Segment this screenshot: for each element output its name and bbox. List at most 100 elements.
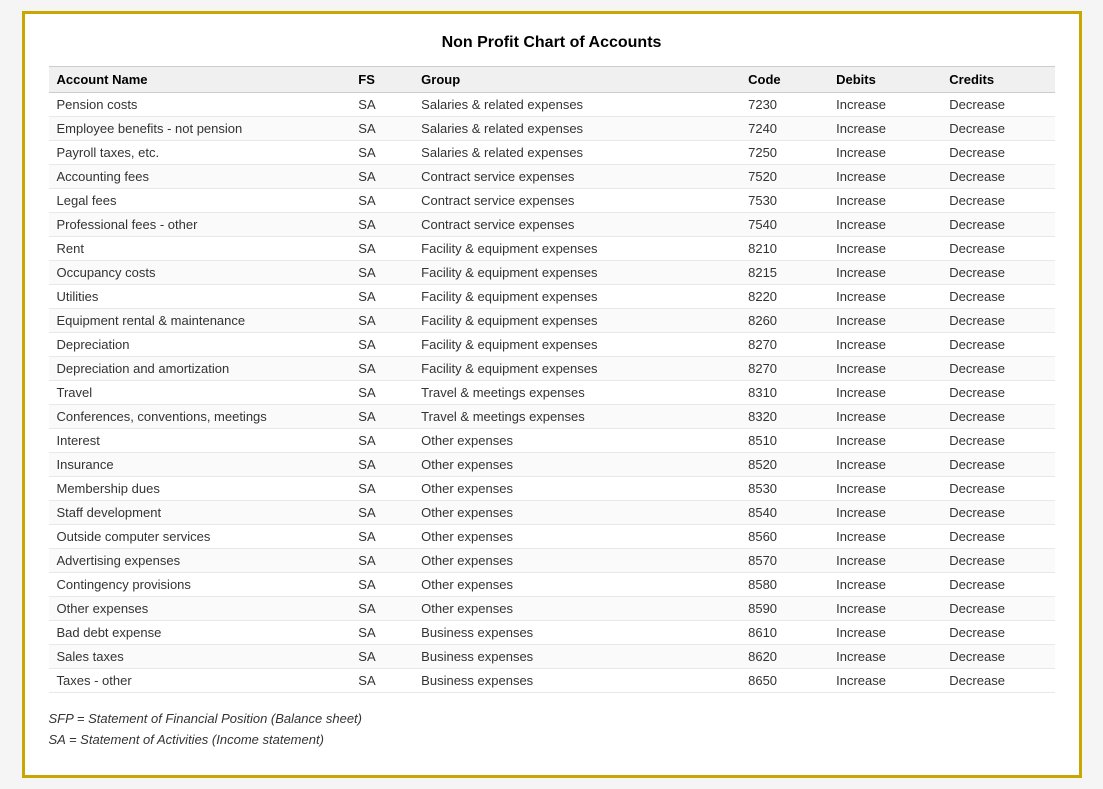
cell-group: Facility & equipment expenses (413, 357, 740, 381)
cell-code: 8580 (740, 573, 828, 597)
cell-credits: Decrease (941, 165, 1054, 189)
cell-account: Staff development (49, 501, 351, 525)
cell-group: Other expenses (413, 597, 740, 621)
cell-fs: SA (350, 141, 413, 165)
table-row: Pension costs SA Salaries & related expe… (49, 93, 1055, 117)
cell-code: 7240 (740, 117, 828, 141)
table-row: Depreciation SA Facility & equipment exp… (49, 333, 1055, 357)
cell-group: Business expenses (413, 621, 740, 645)
table-row: Legal fees SA Contract service expenses … (49, 189, 1055, 213)
table-row: Accounting fees SA Contract service expe… (49, 165, 1055, 189)
table-row: Outside computer services SA Other expen… (49, 525, 1055, 549)
cell-code: 8520 (740, 453, 828, 477)
cell-debits: Increase (828, 189, 941, 213)
cell-debits: Increase (828, 525, 941, 549)
table-header-row: Account Name FS Group Code Debits Credit… (49, 67, 1055, 93)
cell-fs: SA (350, 621, 413, 645)
cell-fs: SA (350, 357, 413, 381)
cell-credits: Decrease (941, 309, 1054, 333)
cell-account: Interest (49, 429, 351, 453)
table-row: Advertising expenses SA Other expenses 8… (49, 549, 1055, 573)
table-row: Contingency provisions SA Other expenses… (49, 573, 1055, 597)
table-row: Depreciation and amortization SA Facilit… (49, 357, 1055, 381)
cell-account: Insurance (49, 453, 351, 477)
table-row: Bad debt expense SA Business expenses 86… (49, 621, 1055, 645)
cell-group: Facility & equipment expenses (413, 333, 740, 357)
cell-debits: Increase (828, 237, 941, 261)
cell-fs: SA (350, 285, 413, 309)
cell-debits: Increase (828, 333, 941, 357)
cell-code: 8560 (740, 525, 828, 549)
footnote-sa: SA = Statement of Activities (Income sta… (49, 730, 1055, 751)
footnotes: SFP = Statement of Financial Position (B… (49, 709, 1055, 751)
cell-account: Pension costs (49, 93, 351, 117)
header-group: Group (413, 67, 740, 93)
cell-account: Professional fees - other (49, 213, 351, 237)
cell-account: Travel (49, 381, 351, 405)
cell-group: Salaries & related expenses (413, 141, 740, 165)
cell-account: Payroll taxes, etc. (49, 141, 351, 165)
cell-code: 8510 (740, 429, 828, 453)
cell-credits: Decrease (941, 429, 1054, 453)
cell-credits: Decrease (941, 117, 1054, 141)
table-row: Employee benefits - not pension SA Salar… (49, 117, 1055, 141)
cell-credits: Decrease (941, 93, 1054, 117)
page-title: Non Profit Chart of Accounts (49, 34, 1055, 52)
cell-fs: SA (350, 549, 413, 573)
cell-debits: Increase (828, 309, 941, 333)
cell-credits: Decrease (941, 405, 1054, 429)
table-row: Interest SA Other expenses 8510 Increase… (49, 429, 1055, 453)
cell-fs: SA (350, 405, 413, 429)
cell-debits: Increase (828, 213, 941, 237)
cell-fs: SA (350, 213, 413, 237)
cell-fs: SA (350, 117, 413, 141)
cell-account: Utilities (49, 285, 351, 309)
cell-code: 8270 (740, 333, 828, 357)
cell-group: Business expenses (413, 645, 740, 669)
cell-group: Other expenses (413, 453, 740, 477)
accounts-table: Account Name FS Group Code Debits Credit… (49, 66, 1055, 693)
cell-account: Bad debt expense (49, 621, 351, 645)
cell-debits: Increase (828, 357, 941, 381)
cell-group: Facility & equipment expenses (413, 309, 740, 333)
cell-code: 8570 (740, 549, 828, 573)
table-row: Travel SA Travel & meetings expenses 831… (49, 381, 1055, 405)
cell-code: 7520 (740, 165, 828, 189)
cell-credits: Decrease (941, 645, 1054, 669)
cell-account: Sales taxes (49, 645, 351, 669)
cell-debits: Increase (828, 93, 941, 117)
cell-group: Facility & equipment expenses (413, 237, 740, 261)
table-row: Membership dues SA Other expenses 8530 I… (49, 477, 1055, 501)
table-row: Insurance SA Other expenses 8520 Increas… (49, 453, 1055, 477)
cell-account: Conferences, conventions, meetings (49, 405, 351, 429)
cell-debits: Increase (828, 597, 941, 621)
cell-code: 7540 (740, 213, 828, 237)
table-row: Other expenses SA Other expenses 8590 In… (49, 597, 1055, 621)
cell-credits: Decrease (941, 669, 1054, 693)
cell-debits: Increase (828, 621, 941, 645)
cell-code: 8610 (740, 621, 828, 645)
cell-fs: SA (350, 333, 413, 357)
cell-fs: SA (350, 477, 413, 501)
cell-debits: Increase (828, 453, 941, 477)
cell-debits: Increase (828, 285, 941, 309)
cell-debits: Increase (828, 477, 941, 501)
table-row: Taxes - other SA Business expenses 8650 … (49, 669, 1055, 693)
cell-debits: Increase (828, 165, 941, 189)
cell-debits: Increase (828, 381, 941, 405)
cell-group: Other expenses (413, 501, 740, 525)
cell-group: Contract service expenses (413, 213, 740, 237)
cell-fs: SA (350, 381, 413, 405)
cell-account: Advertising expenses (49, 549, 351, 573)
cell-account: Membership dues (49, 477, 351, 501)
header-fs: FS (350, 67, 413, 93)
cell-fs: SA (350, 645, 413, 669)
cell-group: Contract service expenses (413, 189, 740, 213)
table-row: Occupancy costs SA Facility & equipment … (49, 261, 1055, 285)
cell-code: 8270 (740, 357, 828, 381)
cell-credits: Decrease (941, 189, 1054, 213)
cell-credits: Decrease (941, 285, 1054, 309)
cell-code: 8310 (740, 381, 828, 405)
cell-fs: SA (350, 165, 413, 189)
cell-group: Other expenses (413, 477, 740, 501)
